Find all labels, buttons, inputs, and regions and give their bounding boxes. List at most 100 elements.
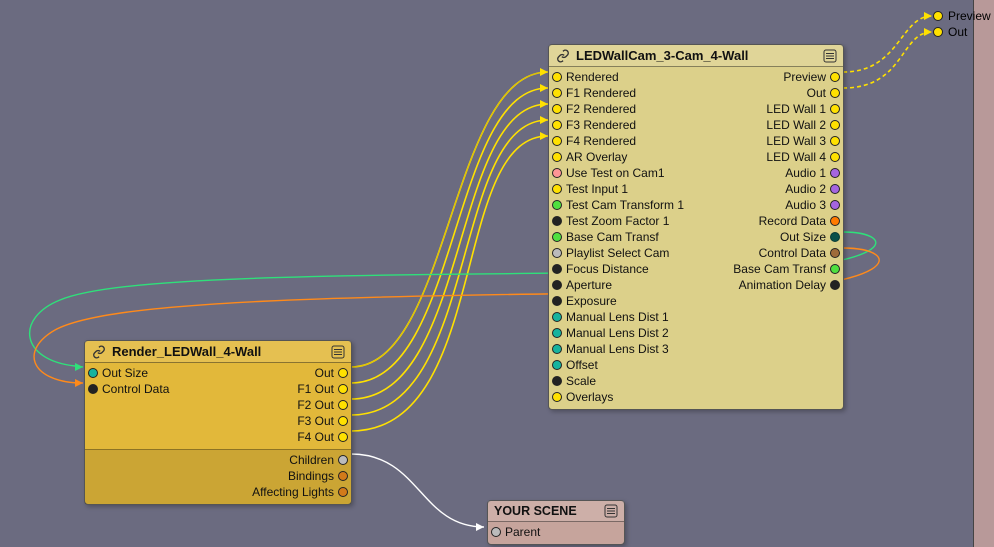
port-playlist-select-cam[interactable]: Playlist Select Cam bbox=[552, 245, 669, 261]
port-dot[interactable] bbox=[552, 392, 562, 402]
port-dot[interactable] bbox=[552, 120, 562, 130]
port-test-cam-transform-1[interactable]: Test Cam Transform 1 bbox=[552, 197, 684, 213]
port-dot[interactable] bbox=[338, 487, 348, 497]
port-dot[interactable] bbox=[552, 88, 562, 98]
port-dot[interactable] bbox=[830, 184, 840, 194]
port-dot[interactable] bbox=[830, 104, 840, 114]
port-preview[interactable]: Preview bbox=[783, 69, 840, 85]
port-use-test-on-cam1[interactable]: Use Test on Cam1 bbox=[552, 165, 665, 181]
port-f4-out[interactable]: F4 Out bbox=[297, 429, 348, 445]
port-dot[interactable] bbox=[338, 384, 348, 394]
port-f2-out[interactable]: F2 Out bbox=[297, 397, 348, 413]
port-bindings[interactable]: Bindings bbox=[288, 468, 348, 484]
port-dot[interactable] bbox=[338, 432, 348, 442]
port-led-wall-1[interactable]: LED Wall 1 bbox=[766, 101, 840, 117]
port-dot[interactable] bbox=[88, 384, 98, 394]
port-dot[interactable] bbox=[830, 200, 840, 210]
node-render-ledwall[interactable]: Render_LEDWall_4-Wall Out SizeControl Da… bbox=[84, 340, 352, 505]
node-your-scene[interactable]: YOUR SCENE Parent bbox=[487, 500, 625, 545]
port-test-input-1[interactable]: Test Input 1 bbox=[552, 181, 628, 197]
node-title-bar[interactable]: LEDWallCam_3-Cam_4-Wall bbox=[549, 45, 843, 67]
port-dot[interactable] bbox=[830, 136, 840, 146]
port-dot[interactable] bbox=[552, 168, 562, 178]
port-f2-rendered[interactable]: F2 Rendered bbox=[552, 101, 636, 117]
port-f1-out[interactable]: F1 Out bbox=[297, 381, 348, 397]
port-dot[interactable] bbox=[830, 120, 840, 130]
port-rendered[interactable]: Rendered bbox=[552, 69, 619, 85]
port-dot[interactable] bbox=[338, 416, 348, 426]
menu-icon[interactable] bbox=[331, 345, 345, 359]
port-dot[interactable] bbox=[552, 296, 562, 306]
menu-icon[interactable] bbox=[823, 49, 837, 63]
port-f1-rendered[interactable]: F1 Rendered bbox=[552, 85, 636, 101]
port-audio-1[interactable]: Audio 1 bbox=[785, 165, 840, 181]
port-led-wall-2[interactable]: LED Wall 2 bbox=[766, 117, 840, 133]
port-dot[interactable] bbox=[552, 72, 562, 82]
port-dot[interactable] bbox=[552, 184, 562, 194]
port-test-zoom-factor-1[interactable]: Test Zoom Factor 1 bbox=[552, 213, 669, 229]
port-focus-distance[interactable]: Focus Distance bbox=[552, 261, 649, 277]
port-dot[interactable] bbox=[338, 471, 348, 481]
port-dot[interactable] bbox=[830, 88, 840, 98]
port-dot[interactable] bbox=[491, 527, 501, 537]
port-dot[interactable] bbox=[88, 368, 98, 378]
port-led-wall-4[interactable]: LED Wall 4 bbox=[766, 149, 840, 165]
outlet-dot-preview[interactable] bbox=[933, 11, 943, 21]
port-dot[interactable] bbox=[830, 168, 840, 178]
port-dot[interactable] bbox=[830, 264, 840, 274]
port-dot[interactable] bbox=[830, 248, 840, 258]
port-f4-rendered[interactable]: F4 Rendered bbox=[552, 133, 636, 149]
port-out[interactable]: Out bbox=[315, 365, 348, 381]
port-dot[interactable] bbox=[552, 376, 562, 386]
port-manual-lens-dist-2[interactable]: Manual Lens Dist 2 bbox=[552, 325, 669, 341]
menu-icon[interactable] bbox=[604, 504, 618, 518]
port-dot[interactable] bbox=[552, 232, 562, 242]
port-out-size[interactable]: Out Size bbox=[88, 365, 148, 381]
port-control-data[interactable]: Control Data bbox=[759, 245, 840, 261]
port-dot[interactable] bbox=[552, 152, 562, 162]
port-dot[interactable] bbox=[552, 264, 562, 274]
port-manual-lens-dist-1[interactable]: Manual Lens Dist 1 bbox=[552, 309, 669, 325]
port-dot[interactable] bbox=[552, 200, 562, 210]
port-ar-overlay[interactable]: AR Overlay bbox=[552, 149, 627, 165]
port-dot[interactable] bbox=[830, 232, 840, 242]
port-dot[interactable] bbox=[830, 72, 840, 82]
node-ledwallcam[interactable]: LEDWallCam_3-Cam_4-Wall RenderedF1 Rende… bbox=[548, 44, 844, 410]
port-aperture[interactable]: Aperture bbox=[552, 277, 612, 293]
port-out[interactable]: Out bbox=[807, 85, 840, 101]
port-exposure[interactable]: Exposure bbox=[552, 293, 617, 309]
port-dot[interactable] bbox=[552, 328, 562, 338]
port-dot[interactable] bbox=[830, 280, 840, 290]
port-control-data[interactable]: Control Data bbox=[88, 381, 169, 397]
port-overlays[interactable]: Overlays bbox=[552, 389, 613, 405]
node-title-bar[interactable]: YOUR SCENE bbox=[488, 501, 624, 522]
port-dot[interactable] bbox=[338, 400, 348, 410]
port-children[interactable]: Children bbox=[289, 452, 348, 468]
port-dot[interactable] bbox=[552, 216, 562, 226]
port-dot[interactable] bbox=[552, 280, 562, 290]
port-dot[interactable] bbox=[552, 360, 562, 370]
port-dot[interactable] bbox=[830, 152, 840, 162]
port-dot[interactable] bbox=[552, 248, 562, 258]
port-dot[interactable] bbox=[552, 312, 562, 322]
port-dot[interactable] bbox=[552, 136, 562, 146]
port-parent[interactable]: Parent bbox=[491, 524, 540, 540]
port-audio-2[interactable]: Audio 2 bbox=[785, 181, 840, 197]
port-audio-3[interactable]: Audio 3 bbox=[785, 197, 840, 213]
port-f3-rendered[interactable]: F3 Rendered bbox=[552, 117, 636, 133]
node-title-bar[interactable]: Render_LEDWall_4-Wall bbox=[85, 341, 351, 363]
port-base-cam-transf[interactable]: Base Cam Transf bbox=[733, 261, 840, 277]
port-animation-delay[interactable]: Animation Delay bbox=[739, 277, 840, 293]
port-base-cam-transf[interactable]: Base Cam Transf bbox=[552, 229, 659, 245]
port-scale[interactable]: Scale bbox=[552, 373, 596, 389]
port-manual-lens-dist-3[interactable]: Manual Lens Dist 3 bbox=[552, 341, 669, 357]
port-led-wall-3[interactable]: LED Wall 3 bbox=[766, 133, 840, 149]
port-dot[interactable] bbox=[552, 344, 562, 354]
port-affecting-lights[interactable]: Affecting Lights bbox=[252, 484, 348, 500]
port-dot[interactable] bbox=[338, 368, 348, 378]
port-dot[interactable] bbox=[552, 104, 562, 114]
port-record-data[interactable]: Record Data bbox=[759, 213, 840, 229]
port-dot[interactable] bbox=[830, 216, 840, 226]
port-dot[interactable] bbox=[338, 455, 348, 465]
port-offset[interactable]: Offset bbox=[552, 357, 598, 373]
